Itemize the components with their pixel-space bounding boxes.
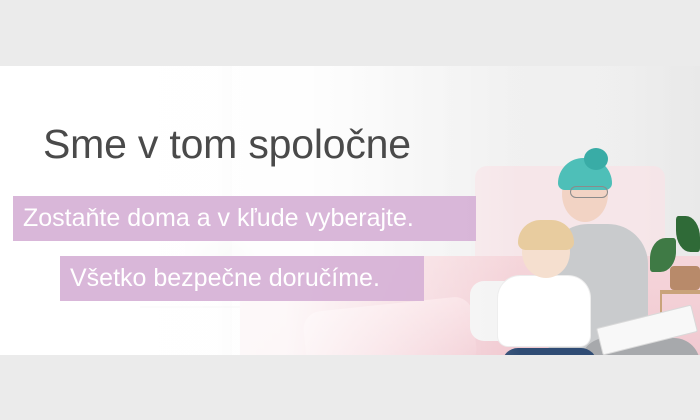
- tagline-delivery: Všetko bezpečne doručíme.: [60, 256, 424, 301]
- glasses: [570, 186, 608, 198]
- tagline-stay-home: Zostaňte doma a v kľude vyberajte.: [13, 196, 476, 241]
- promo-banner[interactable]: Sme v tom spoločne Zostaňte doma a v kľu…: [0, 66, 700, 355]
- woman-hair-bun: [584, 148, 608, 170]
- banner-headline: Sme v tom spoločne: [43, 121, 411, 167]
- plant-pot: [670, 266, 700, 290]
- child-hair: [518, 220, 574, 250]
